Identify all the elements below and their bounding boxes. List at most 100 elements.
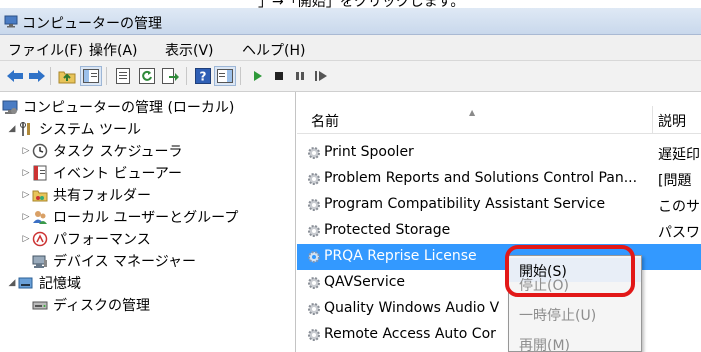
service-name: Problem Reports and Solutions Control Pa…: [324, 170, 638, 186]
tree-label: ローカル ユーザーとグループ: [53, 210, 239, 226]
menu-view[interactable]: 表示(V): [165, 40, 214, 60]
service-name: Remote Access Auto Cor: [324, 326, 496, 342]
service-name: PRQA Reprise License: [324, 248, 477, 264]
service-gear-icon: [308, 225, 320, 237]
collapse-arrow-icon[interactable]: ◢: [6, 124, 18, 134]
table-row[interactable]: Problem Reports and Solutions Control Pa…: [297, 166, 701, 192]
show-tree-icon[interactable]: [80, 66, 102, 86]
service-gear-icon: [308, 251, 320, 263]
properties-icon[interactable]: [112, 66, 134, 86]
title-bar: コンピューターの管理: [0, 8, 701, 35]
expand-arrow-icon[interactable]: ▷: [20, 190, 32, 200]
help-icon[interactable]: ?: [192, 66, 214, 86]
tree-node-computer-management[interactable]: コンピューターの管理 (ローカル): [2, 96, 234, 118]
service-description: このサ: [658, 199, 700, 215]
column-name-header[interactable]: 名前: [311, 111, 339, 131]
menu-item-stop: 停止(O): [509, 278, 641, 298]
tree-node-disk-management[interactable]: ディスクの管理: [32, 294, 150, 316]
toolbar-separator: [106, 67, 107, 85]
service-gear-icon: [308, 199, 320, 211]
shared-folder-icon: [32, 187, 48, 203]
navigation-tree: コンピューターの管理 (ローカル) ◢ システム ツール ▷ タスク スケジュー…: [0, 92, 296, 352]
tree-label: イベント ビューアー: [53, 166, 183, 182]
users-icon: [32, 209, 48, 225]
expand-arrow-icon[interactable]: ▷: [20, 212, 32, 222]
table-row[interactable]: Protected Storage パスワ: [297, 218, 701, 244]
expand-arrow-icon[interactable]: ▷: [20, 234, 32, 244]
instruction-text-clipped: 」→「開始」をクリックします。: [0, 0, 701, 8]
service-gear-icon: [308, 173, 320, 185]
service-name: Protected Storage: [324, 222, 451, 238]
table-row[interactable]: Program Compatibility Assistant Service …: [297, 192, 701, 218]
tree-label: 記憶域: [39, 276, 81, 292]
tree-node-shared-folders[interactable]: ▷ 共有フォルダー: [20, 184, 151, 206]
tree-node-device-manager[interactable]: デバイス マネージャー: [32, 250, 196, 272]
service-name: Print Spooler: [324, 144, 414, 160]
service-description: パスワ: [658, 225, 700, 241]
menu-bar: ファイル(F) 操作(A) 表示(V) ヘルプ(H): [0, 35, 701, 61]
tree-node-event-viewer[interactable]: ▷ イベント ビューアー: [20, 162, 182, 184]
sort-ascending-icon: ▲: [469, 108, 476, 117]
service-gear-icon: [308, 147, 320, 159]
performance-icon: [32, 231, 48, 247]
service-name: QAVService: [324, 274, 406, 290]
service-gear-icon: [308, 277, 320, 289]
window-title: コンピューターの管理: [22, 16, 162, 32]
svg-text:?: ?: [200, 70, 207, 84]
instruction-text: 」→「開始」をクリックします。: [258, 0, 465, 8]
service-name: Quality Windows Audio V: [324, 300, 500, 316]
tree-label: パフォーマンス: [53, 232, 151, 248]
expand-arrow-icon[interactable]: ▷: [20, 146, 32, 156]
computer-management-icon: [2, 99, 18, 115]
tree-node-task-scheduler[interactable]: ▷ タスク スケジューラ: [20, 140, 182, 162]
refresh-icon[interactable]: [136, 66, 158, 86]
menu-file[interactable]: ファイル(F): [8, 40, 83, 60]
device-manager-icon: [32, 253, 48, 269]
column-header: ▲ 名前 説明: [297, 106, 701, 134]
back-arrow-icon[interactable]: [4, 66, 26, 86]
tree-node-local-users-groups[interactable]: ▷ ローカル ユーザーとグループ: [20, 206, 239, 228]
menu-help[interactable]: ヘルプ(H): [242, 40, 305, 60]
storage-icon: [18, 275, 34, 291]
pause-service-icon[interactable]: [289, 66, 311, 86]
tree-node-performance[interactable]: ▷ パフォーマンス: [20, 228, 151, 250]
tree-label: 共有フォルダー: [53, 188, 151, 204]
tree-label: ディスクの管理: [53, 298, 151, 314]
tree-label: デバイス マネージャー: [53, 254, 197, 270]
menu-item-pause: 一時停止(U): [509, 302, 641, 326]
toolbar-separator: [240, 67, 241, 85]
menu-item-label: 停止(O): [519, 278, 569, 294]
computer-management-app-icon: [4, 15, 18, 28]
collapse-arrow-icon[interactable]: ◢: [6, 278, 18, 288]
start-service-icon[interactable]: [247, 66, 269, 86]
tree-node-storage[interactable]: ◢ 記憶域: [6, 272, 81, 294]
table-row[interactable]: Print Spooler 遅延印: [297, 140, 701, 166]
export-list-icon[interactable]: [160, 66, 182, 86]
context-menu: 開始(S) 停止(O) 一時停止(U) 再開(M): [508, 255, 642, 352]
menu-item-resume: 再開(M): [509, 332, 641, 351]
service-description: [問題: [658, 173, 692, 189]
column-description-header[interactable]: 説明: [658, 111, 686, 131]
column-divider[interactable]: [652, 106, 653, 134]
disk-icon: [32, 297, 48, 313]
toolbar-separator: [186, 67, 187, 85]
clock-icon: [32, 143, 48, 159]
tree-label: タスク スケジューラ: [53, 144, 183, 160]
tree-label: システム ツール: [39, 122, 142, 138]
service-gear-icon: [308, 303, 320, 315]
service-name: Program Compatibility Assistant Service: [324, 196, 606, 212]
forward-arrow-icon[interactable]: [26, 66, 48, 86]
menu-item-label: 一時停止(U): [519, 308, 597, 324]
up-folder-icon[interactable]: [56, 66, 78, 86]
menu-item-label: 再開(M): [519, 338, 571, 351]
restart-service-icon[interactable]: [310, 66, 332, 86]
service-description: 遅延印: [658, 147, 700, 163]
stop-service-icon[interactable]: [268, 66, 290, 86]
tools-icon: [18, 121, 34, 137]
event-viewer-icon: [32, 165, 48, 181]
menu-action[interactable]: 操作(A): [89, 40, 138, 60]
tree-node-system-tools[interactable]: ◢ システム ツール: [6, 118, 141, 140]
tree-label: コンピューターの管理 (ローカル): [23, 100, 235, 116]
action-pane-icon[interactable]: [214, 66, 236, 86]
expand-arrow-icon[interactable]: ▷: [20, 168, 32, 178]
